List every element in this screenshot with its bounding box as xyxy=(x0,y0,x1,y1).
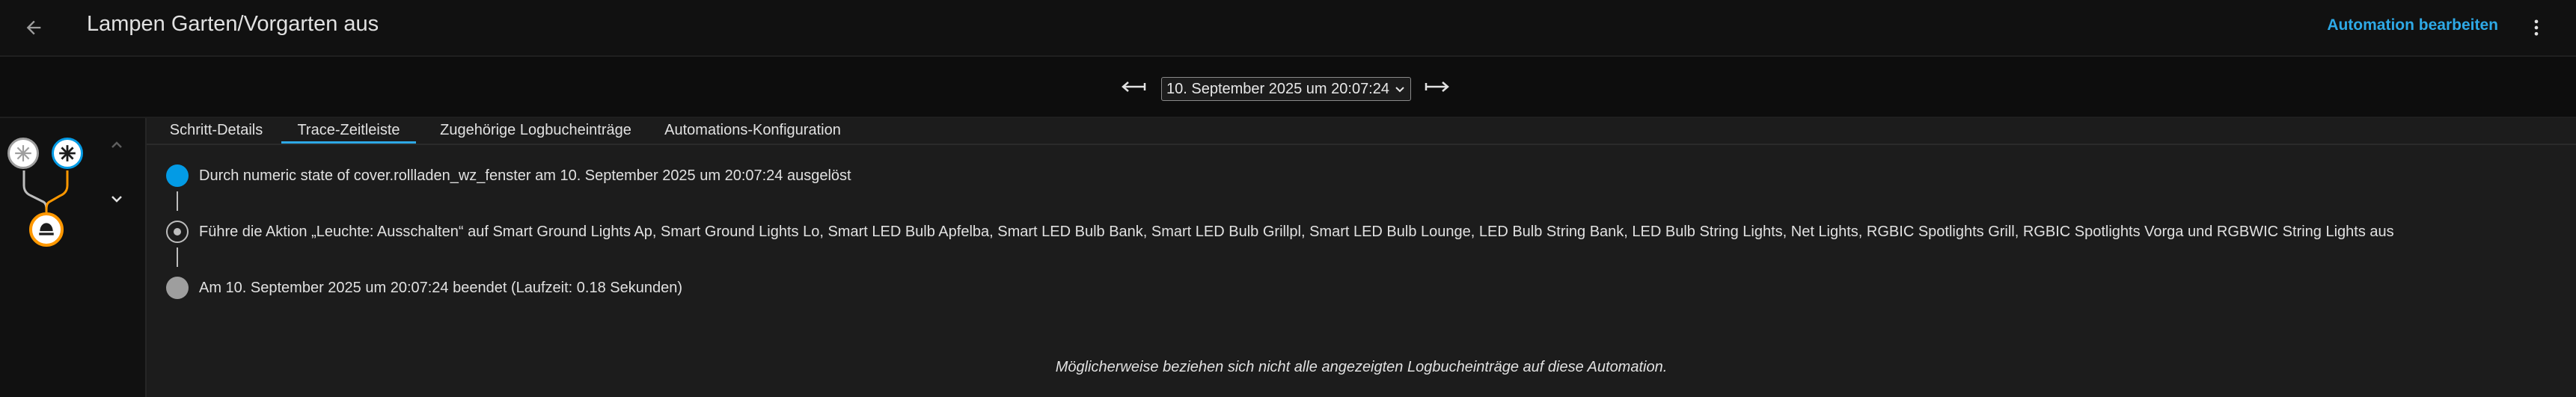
more-vert-icon[interactable] xyxy=(2519,10,2554,45)
tab-bar: Schritt-Details Trace-Zeitleiste Zugehör… xyxy=(147,118,2576,145)
trace-graph xyxy=(0,118,147,397)
trace-details-panel: Schritt-Details Trace-Zeitleiste Zugehör… xyxy=(147,118,2576,397)
chevron-down-icon xyxy=(1394,83,1406,100)
timeline-text: Am 10. September 2025 um 20:07:24 beende… xyxy=(199,279,682,296)
edit-automation-button[interactable]: Automation bearbeiten xyxy=(2327,16,2498,34)
timeline-trigger-entry: Durch numeric state of cover.rollladen_w… xyxy=(166,163,851,188)
trace-select[interactable]: 10. September 2025 um 20:07:24 xyxy=(1161,77,1411,101)
chevron-up-icon[interactable] xyxy=(105,133,129,157)
tab-trace-timeline[interactable]: Trace-Zeitleiste xyxy=(281,118,416,144)
finished-icon xyxy=(166,277,189,299)
trigger-node-2[interactable] xyxy=(52,138,83,169)
tab-step-details[interactable]: Schritt-Details xyxy=(168,118,265,144)
page-title: Lampen Garten/Vorgarten aus xyxy=(87,12,379,36)
timeline-connector xyxy=(177,191,178,211)
action-node[interactable] xyxy=(29,212,64,247)
trace-navigation: 10. September 2025 um 20:07:24 xyxy=(0,57,2576,118)
trace-select-value: 10. September 2025 um 20:07:24 xyxy=(1166,80,1389,97)
back-arrow-icon[interactable] xyxy=(15,9,52,46)
asterisk-icon xyxy=(59,145,76,161)
newer-trace-arrow-icon[interactable] xyxy=(1422,75,1451,99)
logbook-disclaimer: Möglicherweise beziehen sich nicht alle … xyxy=(1055,359,1668,375)
tab-logbook[interactable]: Zugehörige Logbucheinträge xyxy=(435,118,637,144)
tab-automation-config[interactable]: Automations-Konfiguration xyxy=(659,118,846,144)
lamp-off-icon xyxy=(39,223,54,236)
timeline-finished-entry: Am 10. September 2025 um 20:07:24 beende… xyxy=(166,275,682,301)
app-bar: Lampen Garten/Vorgarten aus Automation b… xyxy=(0,0,2576,57)
timeline-text: Führe die Aktion „Leuchte: Ausschalten“ … xyxy=(199,223,2394,240)
asterisk-icon xyxy=(15,145,31,161)
timeline-action-entry: Führe die Aktion „Leuchte: Ausschalten“ … xyxy=(166,219,2394,244)
timeline-connector xyxy=(177,247,178,267)
action-icon xyxy=(166,221,189,243)
timeline-text: Durch numeric state of cover.rollladen_w… xyxy=(199,167,851,184)
older-trace-arrow-icon[interactable] xyxy=(1119,75,1149,99)
chevron-down-icon[interactable] xyxy=(105,187,129,211)
trigger-icon xyxy=(166,164,189,187)
trigger-node-1[interactable] xyxy=(7,138,39,169)
